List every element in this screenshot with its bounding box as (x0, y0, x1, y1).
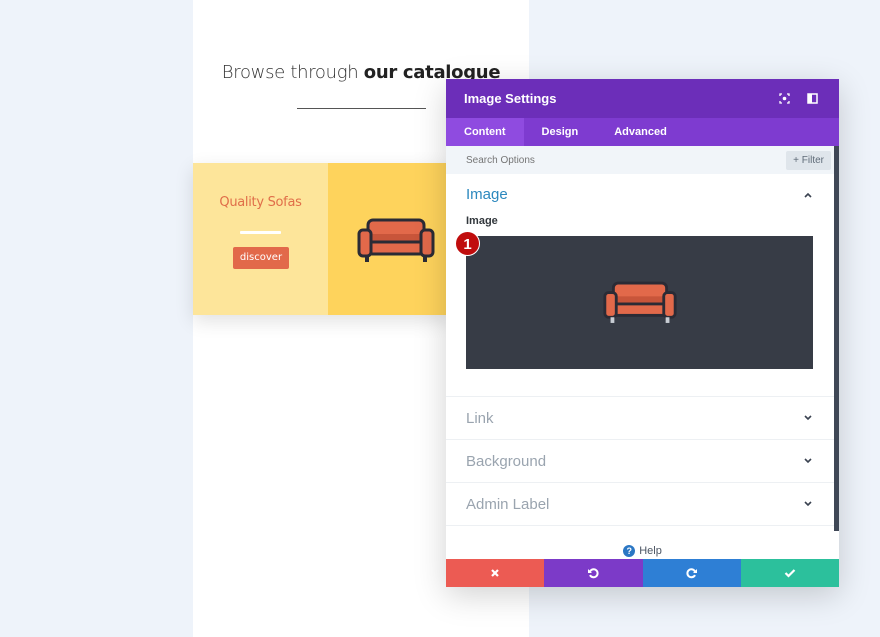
section-link-label: Link (466, 409, 494, 427)
section-background-label: Background (466, 452, 547, 470)
promo-card: Quality Sofas discover (193, 163, 453, 315)
filter-label: Filter (801, 154, 824, 166)
section-admin-label-label: Admin Label (466, 495, 550, 513)
image-upload-preview[interactable] (466, 236, 813, 369)
help-label: Help (639, 545, 662, 557)
chevron-up-icon[interactable] (803, 190, 813, 200)
section-image-header[interactable]: Image (466, 186, 819, 203)
sofa-icon (357, 218, 435, 262)
image-field-label: Image (466, 215, 498, 227)
section-image: Image Image 1 (446, 174, 839, 397)
step-badge: 1 (455, 231, 480, 256)
promo-title: Quality Sofas (219, 195, 302, 210)
sofa-icon (602, 281, 677, 323)
redo-button[interactable] (642, 559, 741, 587)
chevron-down-icon[interactable] (803, 413, 813, 423)
help-icon: ? (623, 545, 636, 558)
heading-divider (297, 108, 426, 109)
chevron-down-icon[interactable] (803, 499, 813, 509)
search-row: + Filter (446, 146, 839, 174)
tab-advanced[interactable]: Advanced (596, 118, 685, 146)
help-link[interactable]: ? Help (446, 545, 839, 558)
close-icon (491, 569, 499, 577)
modal-footer (446, 559, 839, 587)
promo-text-panel: Quality Sofas discover (193, 163, 328, 315)
undo-icon (588, 568, 599, 579)
tab-design[interactable]: Design (524, 118, 597, 146)
sidebar-toggle-icon[interactable] (803, 90, 821, 108)
discover-button[interactable]: discover (233, 247, 289, 269)
save-button[interactable] (740, 559, 839, 587)
redo-icon (686, 568, 697, 579)
modal-title: Image Settings (464, 91, 557, 106)
focus-icon[interactable] (775, 90, 793, 108)
search-options-input[interactable] (466, 154, 787, 166)
section-image-title: Image (466, 186, 508, 203)
promo-image-panel (328, 163, 453, 315)
modal-tabs: Content Design Advanced (446, 118, 839, 146)
section-background[interactable]: Background (446, 440, 839, 483)
chevron-down-icon[interactable] (803, 456, 813, 466)
filter-button[interactable]: + Filter (786, 150, 831, 170)
plus-icon: + (793, 154, 802, 166)
modal-scrollbar[interactable] (834, 146, 839, 531)
heading-light: Browse through (221, 62, 364, 83)
image-settings-modal: Image Settings Content Design Advanced +… (446, 79, 839, 587)
tab-content[interactable]: Content (446, 118, 524, 146)
section-link[interactable]: Link (446, 397, 839, 440)
promo-divider (240, 231, 281, 234)
undo-button[interactable] (544, 559, 643, 587)
modal-header[interactable]: Image Settings (446, 79, 839, 118)
check-icon (784, 569, 796, 578)
cancel-button[interactable] (446, 559, 545, 587)
section-admin-label[interactable]: Admin Label (446, 483, 839, 526)
